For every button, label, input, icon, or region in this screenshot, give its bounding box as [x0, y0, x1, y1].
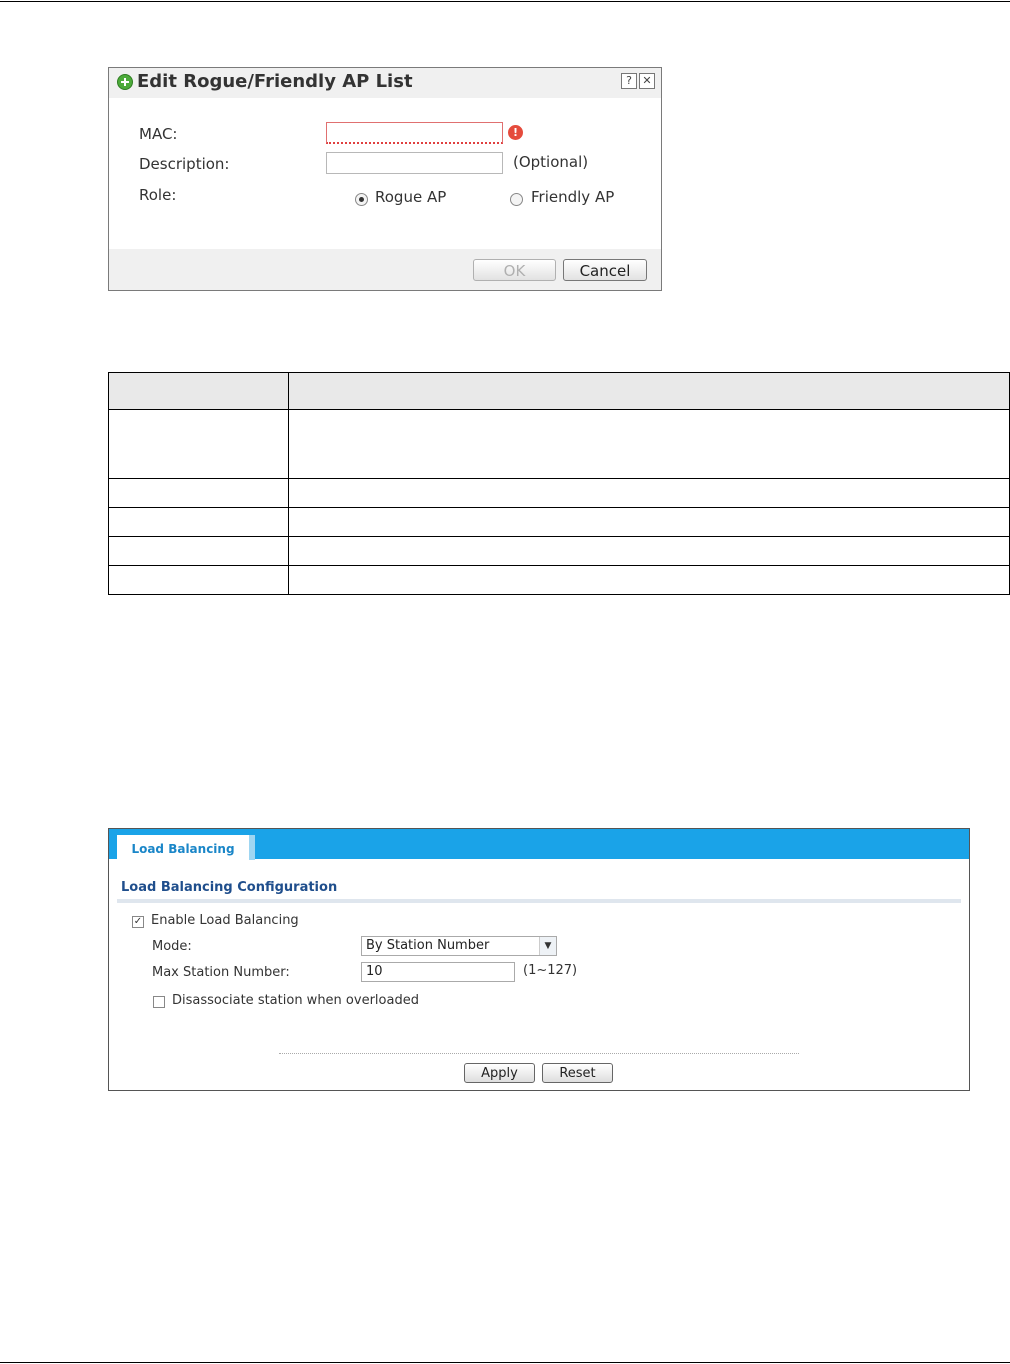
footer-divider [279, 1053, 799, 1054]
table-header-row [108, 372, 1010, 410]
disassociate-checkbox[interactable] [153, 996, 165, 1008]
max-station-input[interactable]: 10 [361, 962, 515, 982]
help-icon[interactable]: ? [621, 73, 637, 89]
table-cell [108, 507, 289, 537]
friendly-ap-label[interactable]: Friendly AP [531, 188, 614, 206]
table-header-cell [287, 372, 1010, 410]
chevron-down-icon[interactable]: ▼ [539, 937, 556, 955]
page-bottom-rule [0, 1362, 1010, 1363]
role-label: Role: [139, 186, 177, 204]
mac-label: MAC: [139, 125, 178, 143]
table-header-cell [108, 372, 289, 410]
mode-value: By Station Number [366, 938, 490, 953]
description-label: Description: [139, 155, 230, 173]
mac-input[interactable] [326, 122, 503, 144]
mode-label: Mode: [152, 939, 192, 954]
field-description-table [108, 372, 1010, 595]
rogue-ap-radio[interactable] [355, 193, 368, 206]
close-icon[interactable]: ✕ [639, 73, 655, 89]
error-icon: ! [508, 125, 523, 140]
table-cell [108, 565, 289, 595]
rogue-ap-label[interactable]: Rogue AP [375, 188, 446, 206]
load-balancing-panel: Load Balancing Load Balancing Configurat… [108, 828, 970, 1091]
dialog-title: Edit Rogue/Friendly AP List [137, 71, 413, 92]
dialog-title-bar: Edit Rogue/Friendly AP List ? ✕ [109, 68, 661, 98]
friendly-ap-radio[interactable] [510, 193, 523, 206]
enable-load-balancing-checkbox[interactable]: ✓ [132, 916, 144, 928]
apply-button[interactable]: Apply [464, 1063, 535, 1083]
table-cell [108, 409, 289, 479]
cancel-button[interactable]: Cancel [563, 259, 647, 281]
tab-load-balancing[interactable]: Load Balancing [117, 835, 255, 860]
tab-bar: Load Balancing [109, 829, 969, 860]
optional-note: (Optional) [513, 153, 589, 171]
table-row [108, 478, 1010, 508]
table-row [108, 507, 1010, 537]
section-divider [117, 899, 961, 903]
dialog-footer: OK Cancel [109, 249, 661, 290]
table-cell [287, 409, 1010, 479]
table-cell [287, 565, 1010, 595]
section-title: Load Balancing Configuration [121, 880, 338, 895]
table-row [108, 536, 1010, 566]
table-row [108, 565, 1010, 595]
mode-select[interactable]: By Station Number ▼ [361, 936, 557, 956]
max-station-label: Max Station Number: [152, 965, 290, 980]
table-row [108, 409, 1010, 479]
disassociate-label: Disassociate station when overloaded [172, 993, 419, 1008]
description-input[interactable] [326, 152, 503, 174]
table-cell [287, 507, 1010, 537]
table-cell [287, 478, 1010, 508]
ok-button[interactable]: OK [473, 259, 556, 281]
table-cell [108, 536, 289, 566]
table-cell [108, 478, 289, 508]
edit-ap-dialog: Edit Rogue/Friendly AP List ? ✕ MAC: ! D… [108, 67, 662, 291]
page-top-rule [0, 1, 1010, 2]
reset-button[interactable]: Reset [542, 1063, 613, 1083]
table-cell [287, 536, 1010, 566]
max-station-range: (1~127) [523, 963, 578, 978]
add-icon [117, 74, 133, 90]
enable-load-balancing-label: Enable Load Balancing [151, 913, 299, 928]
